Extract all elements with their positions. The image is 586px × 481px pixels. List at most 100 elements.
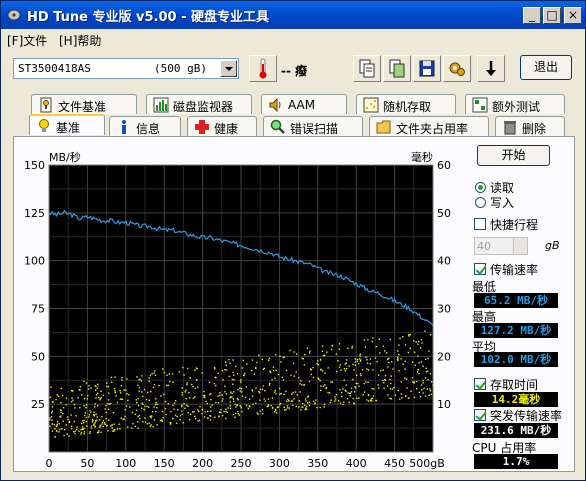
tab-disk-monitor[interactable]: 磁盘监视器 [146,94,252,114]
save-button[interactable] [413,55,441,82]
access-time-point [414,364,416,366]
access-time-point [56,423,58,425]
maximize-button[interactable]: □ [543,7,561,24]
access-time-point [402,336,404,338]
temperature-button[interactable] [249,55,277,82]
access-time-point [96,416,98,418]
access-time-point [244,396,247,399]
app-window: HD Tune 专业版 v5.00 - 硬盘专业工具 _ □ × [F]文件 [… [0,0,586,481]
window-title: HD Tune 专业版 v5.00 - 硬盘专业工具 [27,10,270,25]
write-radio[interactable] [475,197,486,208]
access-time-point [49,425,51,427]
tab-error-scan[interactable]: 错误扫描 [263,116,363,136]
access-time-point [302,406,304,408]
access-time-point [152,426,154,428]
access-time-point [210,406,212,408]
tab-info[interactable]: 信息 [109,116,181,136]
x-tick-label: 300 [269,457,290,470]
access-time-point [70,414,72,416]
access-time-point [56,394,58,396]
access-time-point [89,409,91,412]
tab-folder-usage[interactable]: 文件夹占用率 [369,116,489,136]
access-time-point [86,425,88,427]
access-time-point [365,381,367,383]
download-button[interactable] [477,55,505,82]
exit-button[interactable]: 退出 [520,55,572,80]
access-time-point [143,388,146,391]
close-button[interactable]: × [564,7,582,24]
title-bar[interactable]: HD Tune 专业版 v5.00 - 硬盘专业工具 _ □ × [1,1,585,29]
chevron-down-icon[interactable] [220,60,237,77]
access-time-point [51,410,54,413]
access-time-point [324,384,326,386]
access-time-point [416,371,419,373]
access-time-point [307,402,309,404]
access-time-point [239,387,241,389]
quick-stroke-checkbox[interactable] [474,218,486,230]
spinner-arrows-icon[interactable] [513,238,527,254]
drive-select[interactable]: ST3500418AS (500 gB) [13,58,239,79]
quick-stroke-spinner[interactable]: 40 [474,237,528,255]
access-time-point [185,389,187,391]
tab-benchmark[interactable]: 基准 [29,114,105,135]
menu-file[interactable]: [F]文件 [7,32,47,49]
access-time-point [224,385,226,387]
options-button[interactable] [443,55,471,82]
access-time-point [188,397,191,399]
minimize-button[interactable]: _ [523,7,541,24]
access-time-point [83,405,85,407]
access-time-point [76,426,78,428]
access-time-point [339,389,341,391]
access-time-point [72,399,74,401]
access-time-point [316,363,318,365]
access-time-point [131,411,133,414]
tab-file-benchmark[interactable]: 文件基准 [31,94,137,114]
access-time-point [417,355,419,357]
access-time-checkbox[interactable] [474,378,486,390]
cpu-usage-value: 1.7% [474,454,558,469]
access-time-point [119,392,122,394]
access-time-point [351,345,353,348]
access-time-point [415,380,418,383]
tab-random-access[interactable]: 随机存取 [356,94,456,114]
access-time-point [232,398,234,400]
access-time-point [358,397,360,399]
y-right-tick-label: 10 [437,398,451,411]
write-label: 写入 [490,196,515,210]
access-time-point [422,379,424,382]
access-time-point [314,403,316,405]
access-time-point [225,410,227,413]
transfer-rate-checkbox[interactable] [474,263,486,275]
access-time-point [225,408,227,410]
access-time-point [65,404,67,406]
access-time-point [345,368,348,370]
access-time-point [226,411,229,413]
burst-rate-checkbox[interactable] [474,409,486,421]
access-time-point [429,373,432,375]
tab-aam[interactable]: AAM [261,94,347,114]
menu-help[interactable]: [H]帮助 [59,32,101,49]
tab-extra-tests[interactable]: 额外测试 [465,94,565,114]
access-time-point [346,359,348,361]
access-time-point [129,406,131,408]
access-time-point [197,420,199,422]
access-time-point [255,366,257,369]
read-radio[interactable] [475,182,486,193]
tab-health[interactable]: 健康 [187,116,257,136]
access-time-point [181,387,183,389]
access-time-point [225,361,227,363]
copy-screenshot-button[interactable] [383,55,411,82]
access-time-point [368,400,370,402]
access-time-point [148,399,150,401]
tab-erase[interactable]: 删除 [495,116,565,136]
access-time-point [408,334,410,336]
y-left-tick-label: 75 [31,303,45,316]
access-time-point [182,422,185,424]
copy-text-button[interactable] [353,55,381,82]
access-time-point [420,361,423,363]
access-time-point [425,358,427,361]
access-time-point [97,384,99,386]
access-time-point [280,361,282,363]
access-time-point [63,434,65,437]
start-button[interactable]: 开始 [477,145,550,166]
